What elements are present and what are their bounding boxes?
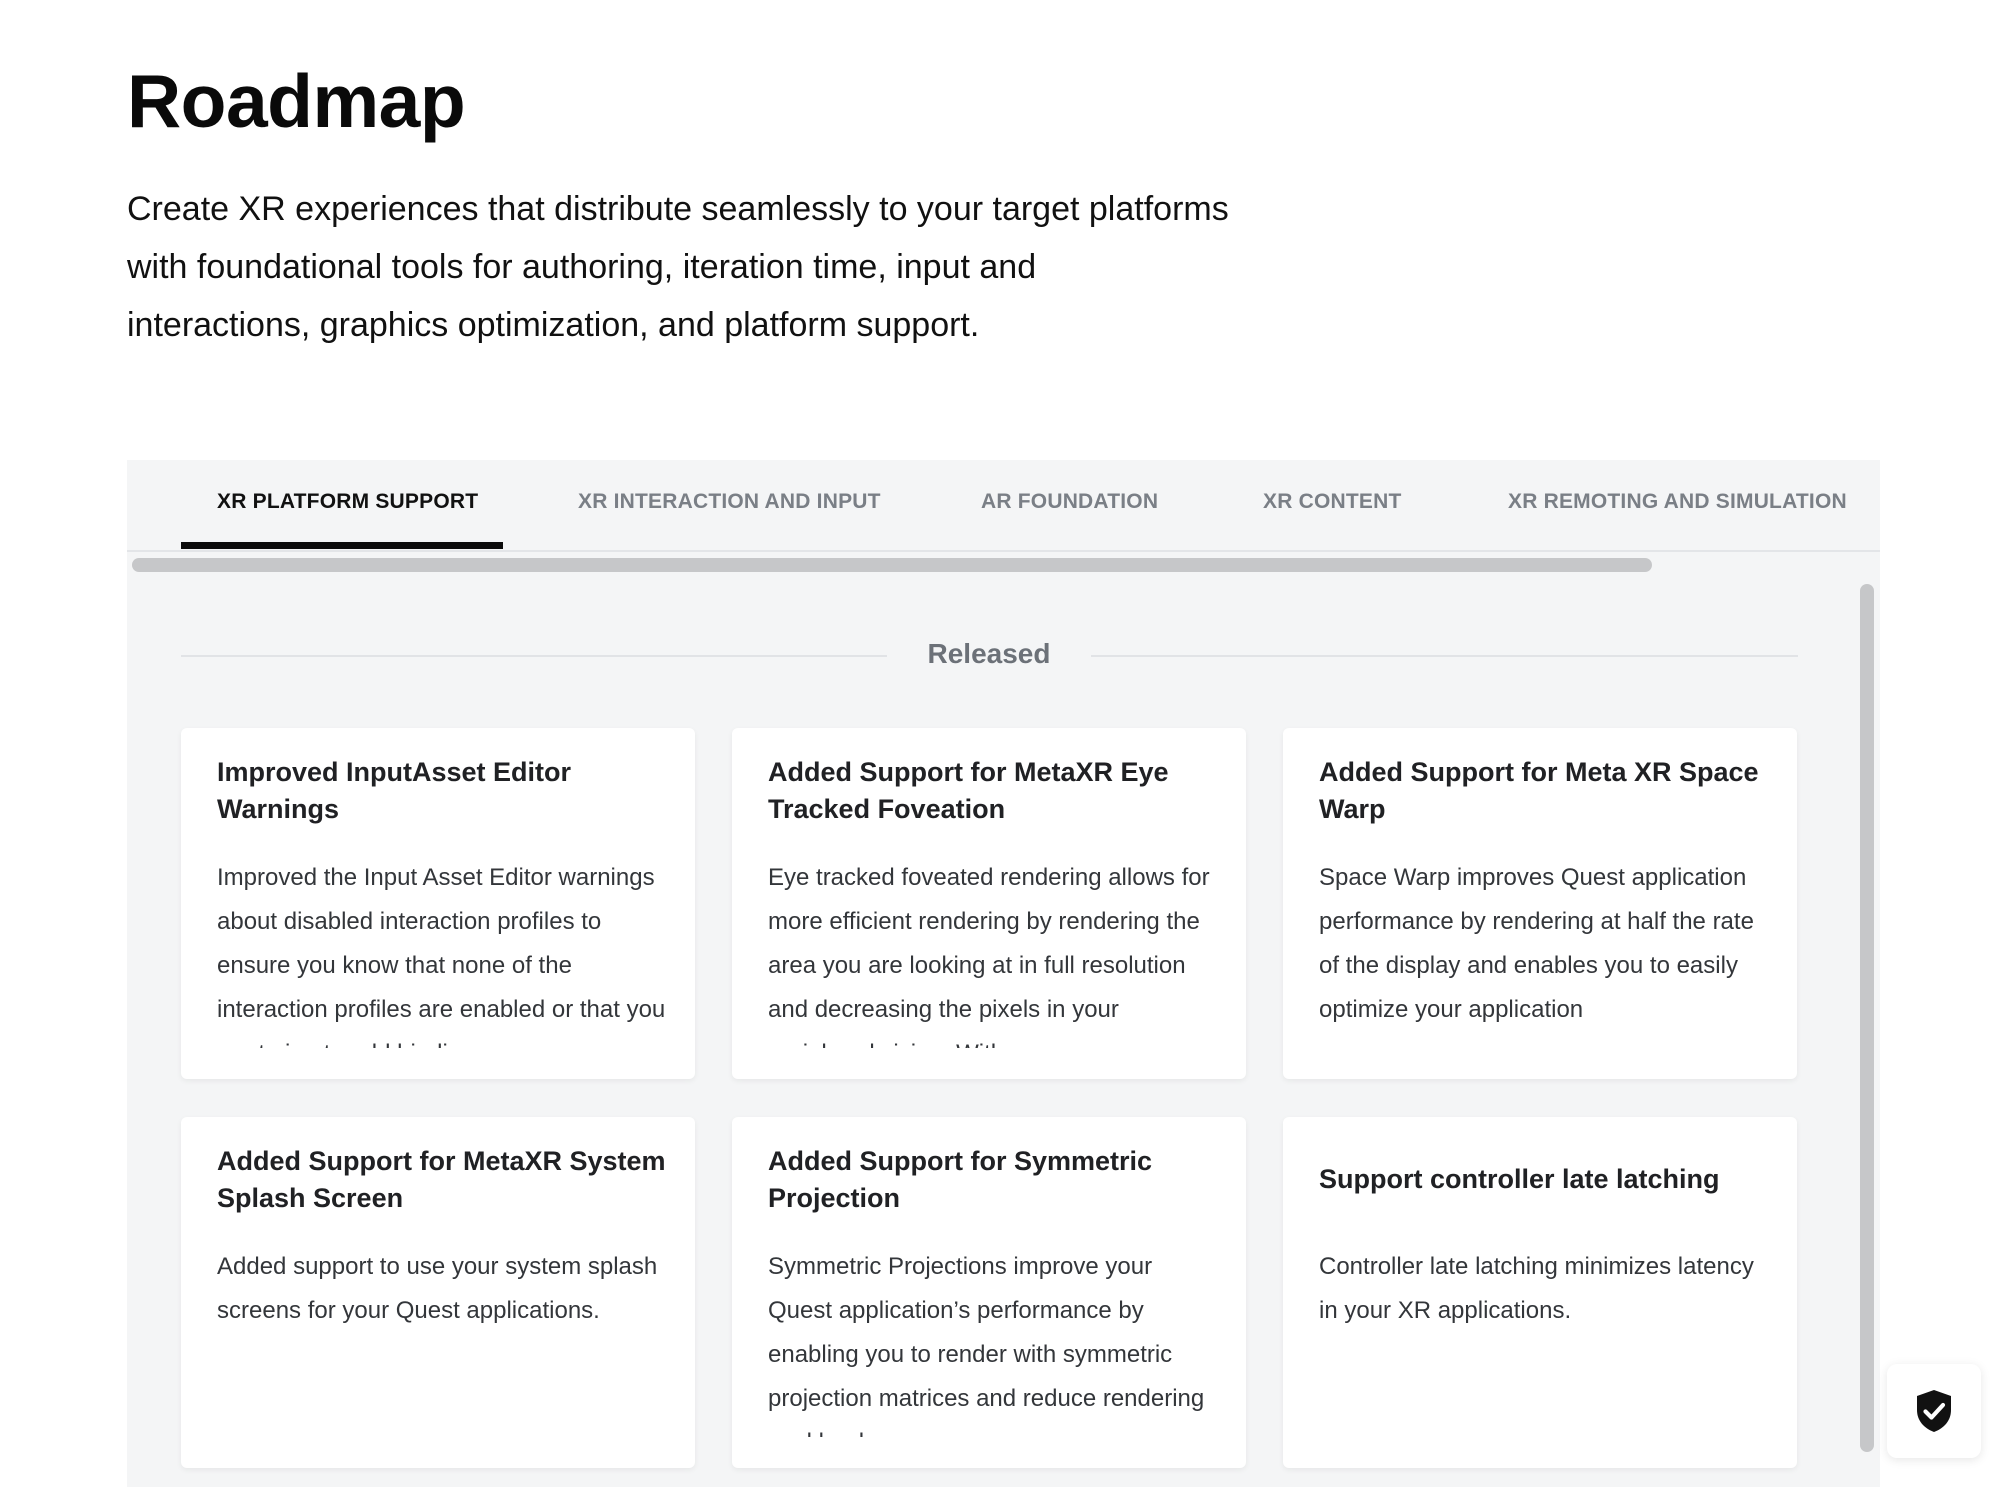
- card-description: Symmetric Projections improve your Quest…: [768, 1253, 1205, 1437]
- card-description: Added support to use your system splash …: [217, 1253, 658, 1324]
- page-intro: Create XR experiences that distribute se…: [127, 180, 1327, 354]
- tabs-horizontal-scrollbar[interactable]: [127, 552, 1880, 574]
- vertical-scrollbar-thumb[interactable]: [1860, 584, 1874, 1452]
- divider-line: [1091, 655, 1798, 657]
- tab-xr-platform-support[interactable]: XR PLATFORM SUPPORT: [217, 460, 478, 552]
- intro-line: interactions, graphics optimization, and…: [127, 306, 980, 344]
- card-title: Improved InputAsset Editor Warnings: [217, 757, 572, 824]
- tab-xr-interaction-and-input[interactable]: XR INTERACTION AND INPUT: [578, 460, 881, 552]
- card-description: Eye tracked foveated rendering allows fo…: [768, 864, 1210, 1048]
- section-label: Released: [927, 638, 1051, 669]
- page-title: Roadmap: [127, 59, 466, 143]
- roadmap-panel: XR PLATFORM SUPPORT XR INTERACTION AND I…: [127, 460, 1880, 1487]
- card-description: Controller late latching minimizes laten…: [1319, 1253, 1754, 1324]
- horizontal-scrollbar-thumb[interactable]: [132, 558, 1652, 572]
- security-badge-button[interactable]: [1887, 1364, 1981, 1458]
- tab-xr-content[interactable]: XR CONTENT: [1263, 460, 1402, 552]
- shield-check-icon: [1917, 1390, 1951, 1432]
- active-tab-indicator: [181, 542, 503, 549]
- intro-line: Create XR experiences that distribute se…: [127, 190, 1229, 228]
- roadmap-card[interactable]: Support controller late latching Control…: [1283, 1117, 1797, 1468]
- roadmap-page: Roadmap Create XR experiences that distr…: [0, 0, 2000, 1487]
- roadmap-card[interactable]: Added Support for MetaXR Eye Tracked Fov…: [732, 728, 1246, 1079]
- roadmap-card[interactable]: Added Support for MetaXR System Splash S…: [181, 1117, 695, 1468]
- card-title: Added Support for MetaXR System Splash S…: [217, 1146, 666, 1213]
- divider-line: [181, 655, 887, 657]
- card-description: Space Warp improves Quest application pe…: [1319, 864, 1754, 1023]
- roadmap-card[interactable]: Added Support for Meta XR Space Warp Spa…: [1283, 728, 1797, 1079]
- section-divider: Released: [181, 638, 1798, 672]
- roadmap-card[interactable]: Added Support for Symmetric Projection S…: [732, 1117, 1246, 1468]
- intro-line: with foundational tools for authoring, i…: [127, 248, 1037, 286]
- tab-xr-remoting-and-simulation[interactable]: XR REMOTING AND SIMULATION: [1508, 460, 1847, 552]
- card-title: Added Support for Meta XR Space Warp: [1319, 757, 1759, 824]
- roadmap-tabs: XR PLATFORM SUPPORT XR INTERACTION AND I…: [127, 460, 1880, 552]
- card-title: Added Support for MetaXR Eye Tracked Fov…: [768, 757, 1169, 824]
- tab-ar-foundation[interactable]: AR FOUNDATION: [981, 460, 1158, 552]
- card-title: Added Support for Symmetric Projection: [768, 1146, 1153, 1213]
- roadmap-card[interactable]: Improved InputAsset Editor Warnings Impr…: [181, 728, 695, 1079]
- card-description: Improved the Input Asset Editor warnings…: [217, 864, 666, 1048]
- card-title: Support controller late latching: [1319, 1164, 1720, 1194]
